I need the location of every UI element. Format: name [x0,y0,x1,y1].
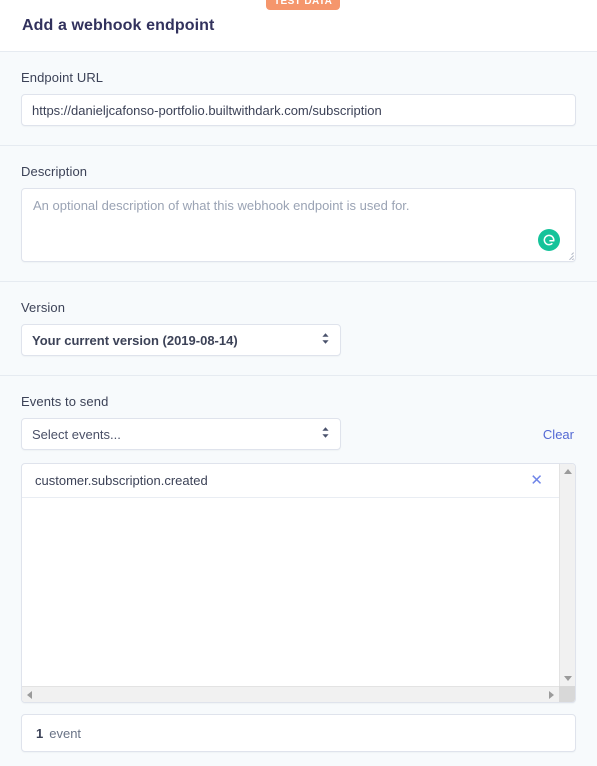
description-input[interactable]: An optional description of what this web… [21,188,576,262]
chevron-updown-icon [320,332,331,349]
event-count: 1 event [21,714,576,752]
scrollbar-corner [559,686,575,702]
event-count-label: event [49,725,82,741]
grammarly-icon[interactable] [538,229,560,251]
version-section: Version Your current version (2019-08-14… [0,282,597,376]
scroll-right-icon[interactable] [549,691,554,699]
clear-events-button[interactable]: Clear [543,427,574,442]
description-label: Description [21,164,88,179]
version-label: Version [21,300,66,315]
version-select-value: Your current version (2019-08-14) [32,332,238,348]
vertical-scrollbar[interactable] [559,464,575,686]
list-item[interactable]: customer.subscription.created ✕ [22,464,559,498]
events-select-value: Select events... [32,426,121,442]
endpoint-url-input[interactable] [21,94,576,126]
add-webhook-endpoint-dialog: TEST DATA Add a webhook endpoint Endpoin… [0,0,597,766]
test-data-badge: TEST DATA [266,0,341,10]
event-name: customer.subscription.created [35,473,208,488]
description-section: Description An optional description of w… [0,146,597,282]
description-textarea-wrap: An optional description of what this web… [21,188,576,262]
selected-events-list: customer.subscription.created ✕ [21,463,576,703]
endpoint-url-label: Endpoint URL [21,70,104,85]
event-count-number: 1 [36,725,44,741]
selected-events-scrollarea: customer.subscription.created ✕ [22,464,559,686]
scroll-left-icon[interactable] [27,691,32,699]
events-select-row: Select events... Clear [21,418,576,450]
page-title: Add a webhook endpoint [22,16,215,34]
events-select[interactable]: Select events... [21,418,341,450]
chevron-updown-icon [320,426,331,443]
resize-handle[interactable] [563,249,574,260]
scroll-up-icon[interactable] [564,469,572,474]
horizontal-scrollbar[interactable] [22,686,559,702]
endpoint-url-section: Endpoint URL [0,52,597,146]
version-select[interactable]: Your current version (2019-08-14) [21,324,341,356]
close-icon[interactable]: ✕ [526,471,547,490]
scroll-down-icon[interactable] [564,676,572,681]
events-section: Events to send Select events... Clear cu… [0,376,597,766]
events-label: Events to send [21,394,109,409]
